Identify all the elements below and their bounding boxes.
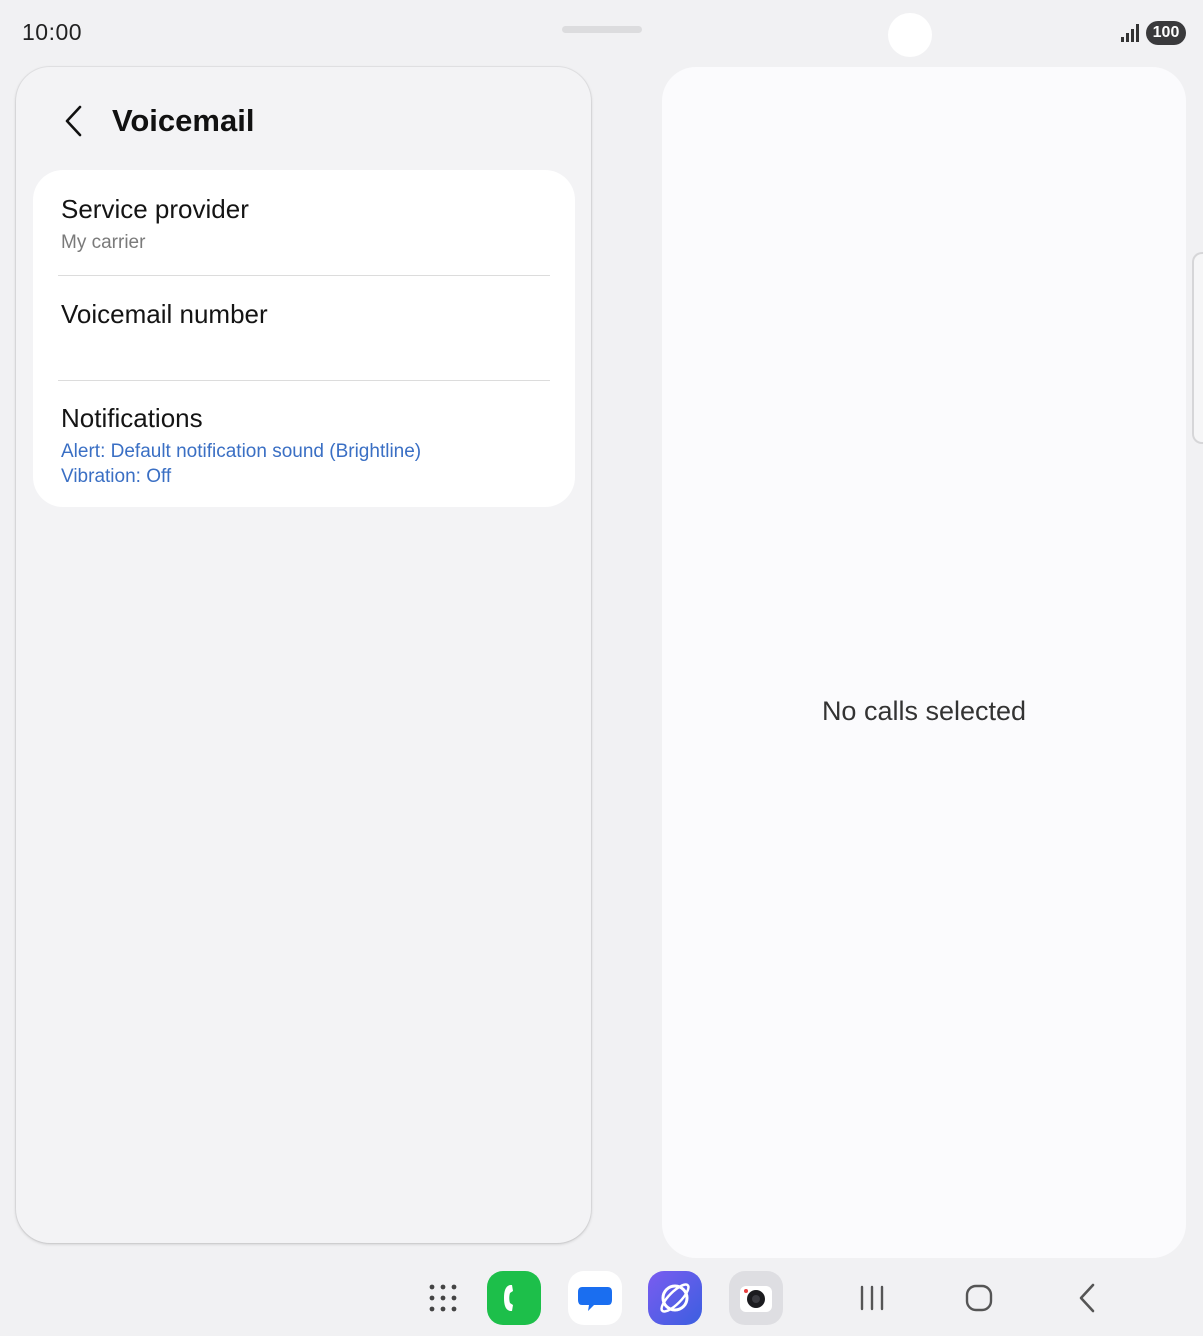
- signal-icon: [1121, 24, 1139, 42]
- notifications-vibration: Vibration: Off: [61, 466, 172, 487]
- back-icon: [1079, 1283, 1095, 1313]
- service-provider-value: My carrier: [61, 232, 146, 253]
- nav-back-button[interactable]: [1067, 1280, 1107, 1316]
- voicemail-number-title: Voicemail number: [61, 299, 268, 329]
- voicemail-number-item[interactable]: Voicemail number: [33, 276, 575, 380]
- apps-grid-button[interactable]: [416, 1271, 470, 1325]
- camera-cutout: [888, 13, 932, 57]
- service-provider-title: Service provider: [61, 194, 249, 224]
- home-button[interactable]: [959, 1280, 999, 1316]
- back-button[interactable]: [58, 103, 88, 139]
- apps-grid-icon: [429, 1284, 457, 1312]
- notifications-title: Notifications: [61, 403, 203, 433]
- split-drag-handle[interactable]: [562, 26, 642, 33]
- internet-app-icon: [660, 1283, 690, 1313]
- notifications-item[interactable]: Notifications Alert: Default notificatio…: [33, 381, 575, 507]
- service-provider-item[interactable]: Service provider My carrier: [33, 170, 575, 275]
- recents-button[interactable]: [852, 1280, 892, 1316]
- camera-app-button[interactable]: [729, 1271, 783, 1325]
- home-icon: [965, 1284, 993, 1312]
- recents-icon: [860, 1285, 884, 1311]
- voicemail-settings-pane: Voicemail Service provider My carrier Vo…: [16, 67, 591, 1243]
- status-time: 10:00: [22, 19, 83, 45]
- camera-app-icon: [740, 1286, 772, 1312]
- call-detail-pane: No calls selected: [662, 67, 1186, 1258]
- screen: 10:00 100 Voicemail Service provider My …: [0, 0, 1203, 1336]
- notifications-alert: Alert: Default notification sound (Brigh…: [61, 441, 422, 462]
- edge-panel-handle[interactable]: [1192, 252, 1203, 444]
- page-title: Voicemail: [112, 103, 255, 138]
- phone-app-icon: [504, 1285, 513, 1311]
- empty-state-message: No calls selected: [821, 696, 1027, 726]
- chevron-left-icon: [65, 105, 82, 137]
- internet-app-button[interactable]: [648, 1271, 702, 1325]
- settings-card: Service provider My carrier Voicemail nu…: [33, 170, 575, 507]
- messages-app-icon: [578, 1287, 612, 1311]
- messages-app-button[interactable]: [568, 1271, 622, 1325]
- phone-app-button[interactable]: [487, 1271, 541, 1325]
- battery-icon: 100: [1146, 21, 1186, 45]
